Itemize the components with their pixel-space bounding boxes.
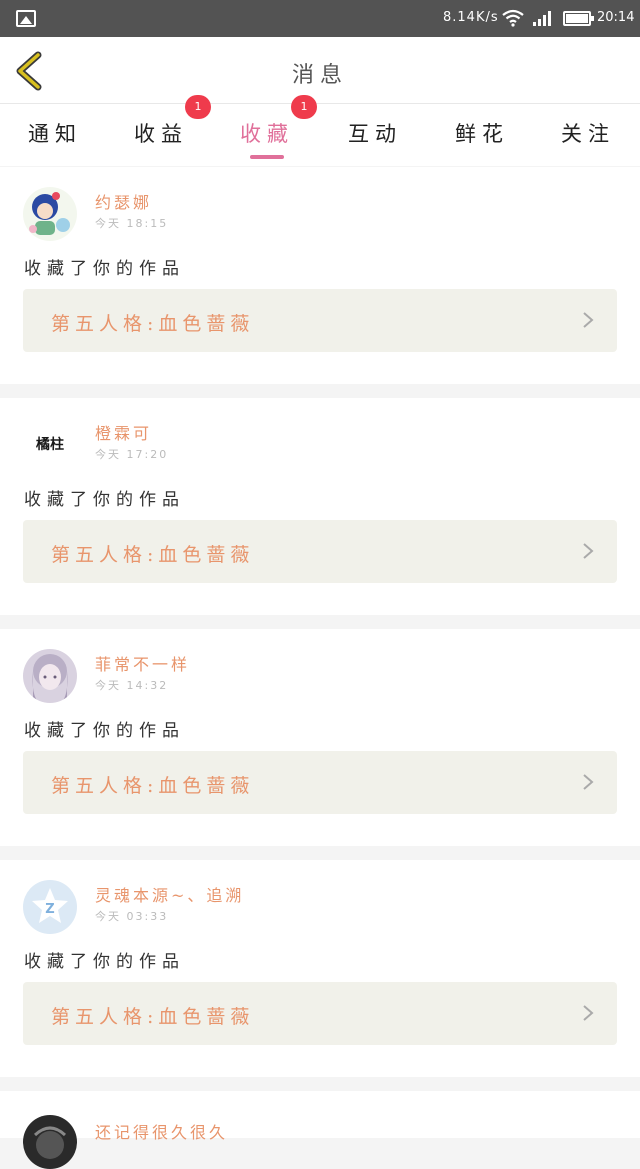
tab-label: 收藏 — [240, 122, 294, 146]
message-text: 收藏了你的作品 — [24, 259, 185, 279]
tab-label: 关注 — [561, 122, 615, 146]
user-avatar[interactable]: 橘柱 — [23, 418, 77, 472]
work-link[interactable]: 第五人格:血色蔷薇 — [23, 751, 617, 814]
chevron-right-icon — [583, 1005, 594, 1021]
network-speed: 8.14K/s — [443, 10, 499, 25]
chevron-right-icon — [583, 312, 594, 328]
work-link[interactable]: 第五人格:血色蔷薇 — [23, 520, 617, 583]
message-time: 今天 03:33 — [95, 910, 169, 923]
tab-interactions[interactable]: 互动 — [330, 118, 420, 148]
message-time: 今天 17:20 — [95, 448, 169, 461]
message-text: 收藏了你的作品 — [24, 490, 185, 510]
clock: 20:14 — [597, 10, 635, 25]
message-text: 收藏了你的作品 — [24, 721, 185, 741]
signal-icon — [533, 11, 551, 26]
favorites-badge: 1 — [291, 95, 317, 119]
user-name[interactable]: 菲常不一样 — [95, 651, 190, 675]
tab-favorites[interactable]: 收藏 — [222, 118, 312, 159]
tab-earnings[interactable]: 收益 — [116, 118, 206, 148]
user-name[interactable]: 还记得很久很久 — [95, 1119, 228, 1143]
user-name[interactable]: 灵魂本源~、追溯 — [95, 882, 244, 906]
tab-flowers[interactable]: 鲜花 — [437, 118, 527, 148]
message-card[interactable]: Z 灵魂本源~、追溯 今天 03:33 收藏了你的作品 第五人格:血色蔷薇 — [0, 860, 640, 1077]
user-avatar[interactable]: Z — [23, 880, 77, 934]
app-header: 消息 — [0, 37, 640, 104]
tab-following[interactable]: 关注 — [543, 118, 633, 148]
message-text: 收藏了你的作品 — [24, 952, 185, 972]
work-title: 第五人格:血色蔷薇 — [51, 313, 255, 335]
tab-label: 鲜花 — [455, 122, 509, 146]
tab-label: 通知 — [28, 122, 82, 146]
work-title: 第五人格:血色蔷薇 — [51, 544, 255, 566]
message-time: 今天 18:15 — [95, 217, 169, 230]
message-card[interactable]: 橘柱 橙霖可 今天 17:20 收藏了你的作品 第五人格:血色蔷薇 — [0, 398, 640, 615]
tab-label: 收益 — [134, 122, 188, 146]
chevron-right-icon — [583, 543, 594, 559]
user-avatar[interactable] — [23, 1115, 77, 1169]
work-title: 第五人格:血色蔷薇 — [51, 775, 255, 797]
page-title: 消息 — [291, 63, 348, 88]
work-link[interactable]: 第五人格:血色蔷薇 — [23, 982, 617, 1045]
tab-notifications[interactable]: 通知 — [10, 118, 100, 148]
message-time: 今天 14:32 — [95, 679, 169, 692]
user-name[interactable]: 橙霖可 — [95, 420, 152, 444]
gallery-notification-icon — [16, 10, 36, 27]
earnings-badge: 1 — [185, 95, 211, 119]
battery-icon — [563, 11, 594, 26]
avatar-text: 橘柱 — [36, 437, 64, 453]
message-card[interactable]: 菲常不一样 今天 14:32 收藏了你的作品 第五人格:血色蔷薇 — [0, 629, 640, 846]
active-tab-indicator — [250, 155, 284, 159]
user-avatar[interactable] — [23, 187, 77, 241]
message-card[interactable]: 还记得很久很久 — [0, 1091, 640, 1169]
user-avatar[interactable] — [23, 649, 77, 703]
message-card[interactable]: 约瑟娜 今天 18:15 收藏了你的作品 第五人格:血色蔷薇 — [0, 167, 640, 384]
user-name[interactable]: 约瑟娜 — [95, 189, 152, 213]
work-title: 第五人格:血色蔷薇 — [51, 1006, 255, 1028]
status-bar: 8.14K/s 20:14 — [0, 0, 640, 37]
work-link[interactable]: 第五人格:血色蔷薇 — [23, 289, 617, 352]
wifi-icon — [502, 9, 524, 27]
svg-text:Z: Z — [45, 902, 54, 917]
tab-bar: 通知 收益 收藏 互动 鲜花 关注 — [0, 104, 640, 166]
chevron-right-icon — [583, 774, 594, 790]
tab-label: 互动 — [348, 122, 402, 146]
